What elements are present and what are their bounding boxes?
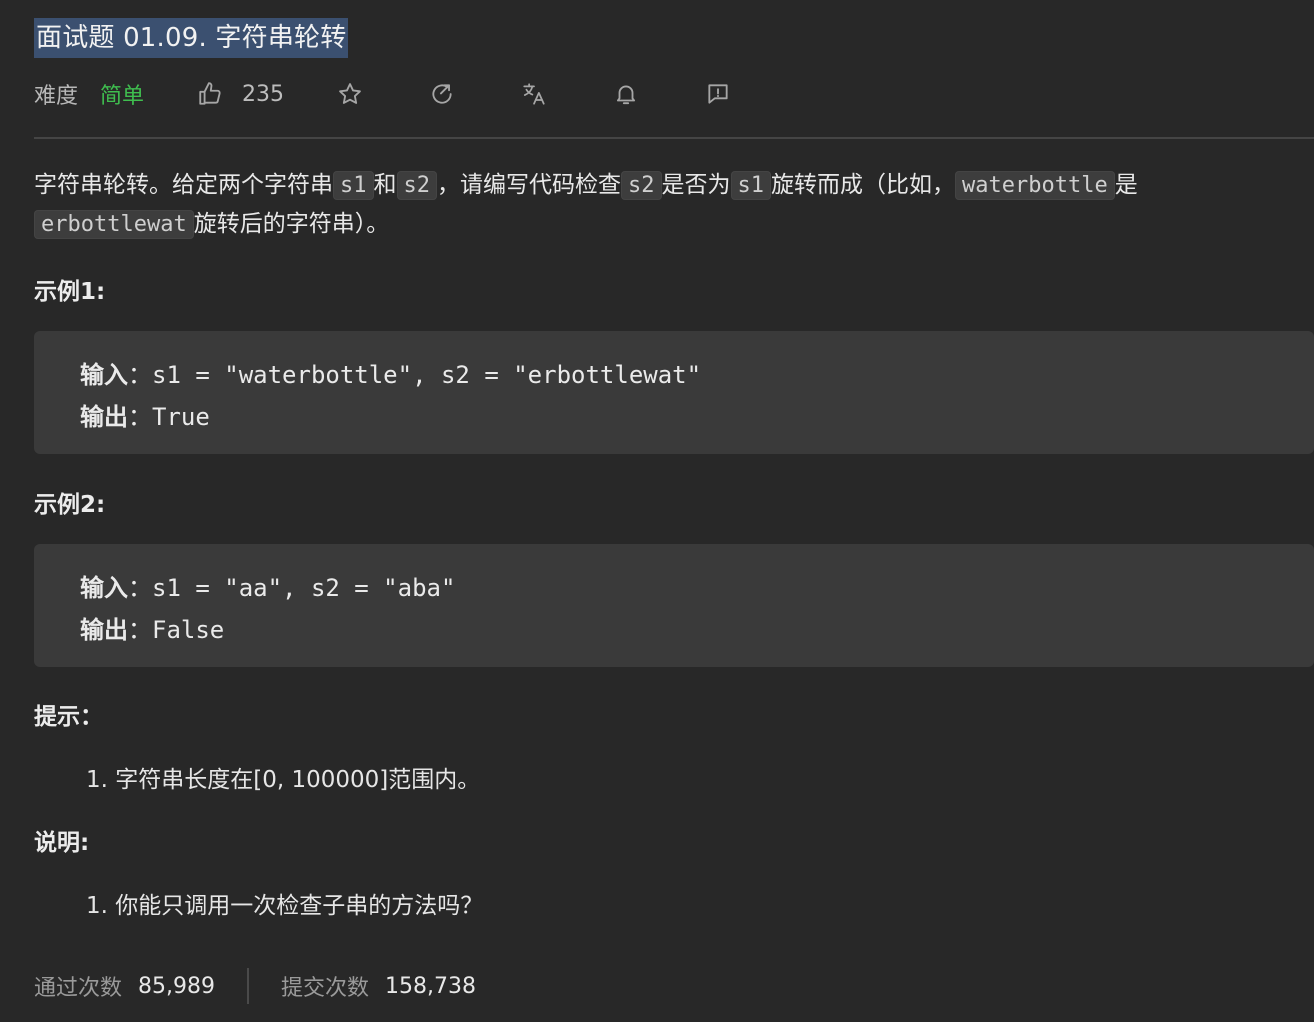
bell-icon[interactable] xyxy=(612,80,640,108)
inline-code: erbottlewat xyxy=(34,210,194,239)
share-icon[interactable] xyxy=(428,80,456,108)
header-divider xyxy=(34,137,1314,139)
title-row: 面试题 01.09. 字符串轮转 xyxy=(34,18,349,58)
problem-title: 面试题 01.09. 字符串轮转 xyxy=(34,18,349,58)
example2-input-line: 输入：s1 = "aa", s2 = "aba" xyxy=(80,568,455,603)
example1-codeblock: 输入：s1 = "waterbottle", s2 = "erbottlewat… xyxy=(34,331,1314,454)
like-count: 235 xyxy=(242,81,285,107)
submission-stats: 通过次数 85,989 提交次数 158,738 xyxy=(34,966,476,1006)
thumbs-up-icon[interactable] xyxy=(196,80,224,108)
inline-code: s1 xyxy=(730,171,771,200)
example1-output-line: 输出：True xyxy=(80,397,210,432)
description-text: 是否为 xyxy=(661,172,731,198)
example2-title: 示例2: xyxy=(34,492,106,518)
example2-output-line: 输出：False xyxy=(80,610,224,645)
translate-icon[interactable] xyxy=(520,80,548,108)
star-icon[interactable] xyxy=(336,80,364,108)
description-text: 旋转而成（比如， xyxy=(771,172,955,198)
example2-codeblock: 输入：s1 = "aa", s2 = "aba" 输出：False xyxy=(34,544,1314,667)
inline-code: s2 xyxy=(396,171,437,200)
inline-code: s1 xyxy=(333,171,374,200)
output-label: 输出 xyxy=(80,403,128,431)
submissions-label: 提交次数 xyxy=(281,976,370,1001)
inline-code: s2 xyxy=(621,171,662,200)
example1-input-line: 输入：s1 = "waterbottle", s2 = "erbottlewat… xyxy=(80,355,701,390)
feedback-icon[interactable] xyxy=(704,80,732,108)
description-text: ，请编写代码检查 xyxy=(437,172,621,198)
inline-code: waterbottle xyxy=(955,171,1115,200)
meta-toolbar: 难度 简单 235 xyxy=(34,74,732,114)
example1-title: 示例1: xyxy=(34,279,106,305)
submissions-value: 158,738 xyxy=(385,973,476,999)
note-item: 1. 你能只调用一次检查子串的方法吗？ xyxy=(86,893,484,919)
stats-divider xyxy=(247,968,249,1004)
input-value: ：s1 = "aa", s2 = "aba" xyxy=(128,574,456,602)
hints-title: 提示： xyxy=(34,704,103,730)
accepted-value: 85,989 xyxy=(138,973,215,999)
notes-title: 说明: xyxy=(34,830,90,856)
description-text: 旋转后的字符串）。 xyxy=(193,211,390,237)
output-value: ：False xyxy=(128,616,225,644)
description-text: 字符串轮转。给定两个字符串 xyxy=(34,172,333,198)
accepted-label: 通过次数 xyxy=(34,976,123,1001)
output-value: ：True xyxy=(128,403,210,431)
input-label: 输入 xyxy=(80,574,128,602)
description-text: 是 xyxy=(1114,172,1138,198)
difficulty-label: 难度 xyxy=(34,84,79,109)
output-label: 输出 xyxy=(80,616,128,644)
input-label: 输入 xyxy=(80,361,128,389)
difficulty-value: 简单 xyxy=(100,84,145,109)
input-value: ：s1 = "waterbottle", s2 = "erbottlewat" xyxy=(128,361,702,389)
problem-description: 字符串轮转。给定两个字符串 s1 和 s2 ，请编写代码检查 s2 是否为 s1 旋转而成（比如… xyxy=(34,166,1304,244)
hint-item: 1. 字符串长度在[0, 100000]范围内。 xyxy=(86,767,481,793)
description-text: 和 xyxy=(373,172,397,198)
